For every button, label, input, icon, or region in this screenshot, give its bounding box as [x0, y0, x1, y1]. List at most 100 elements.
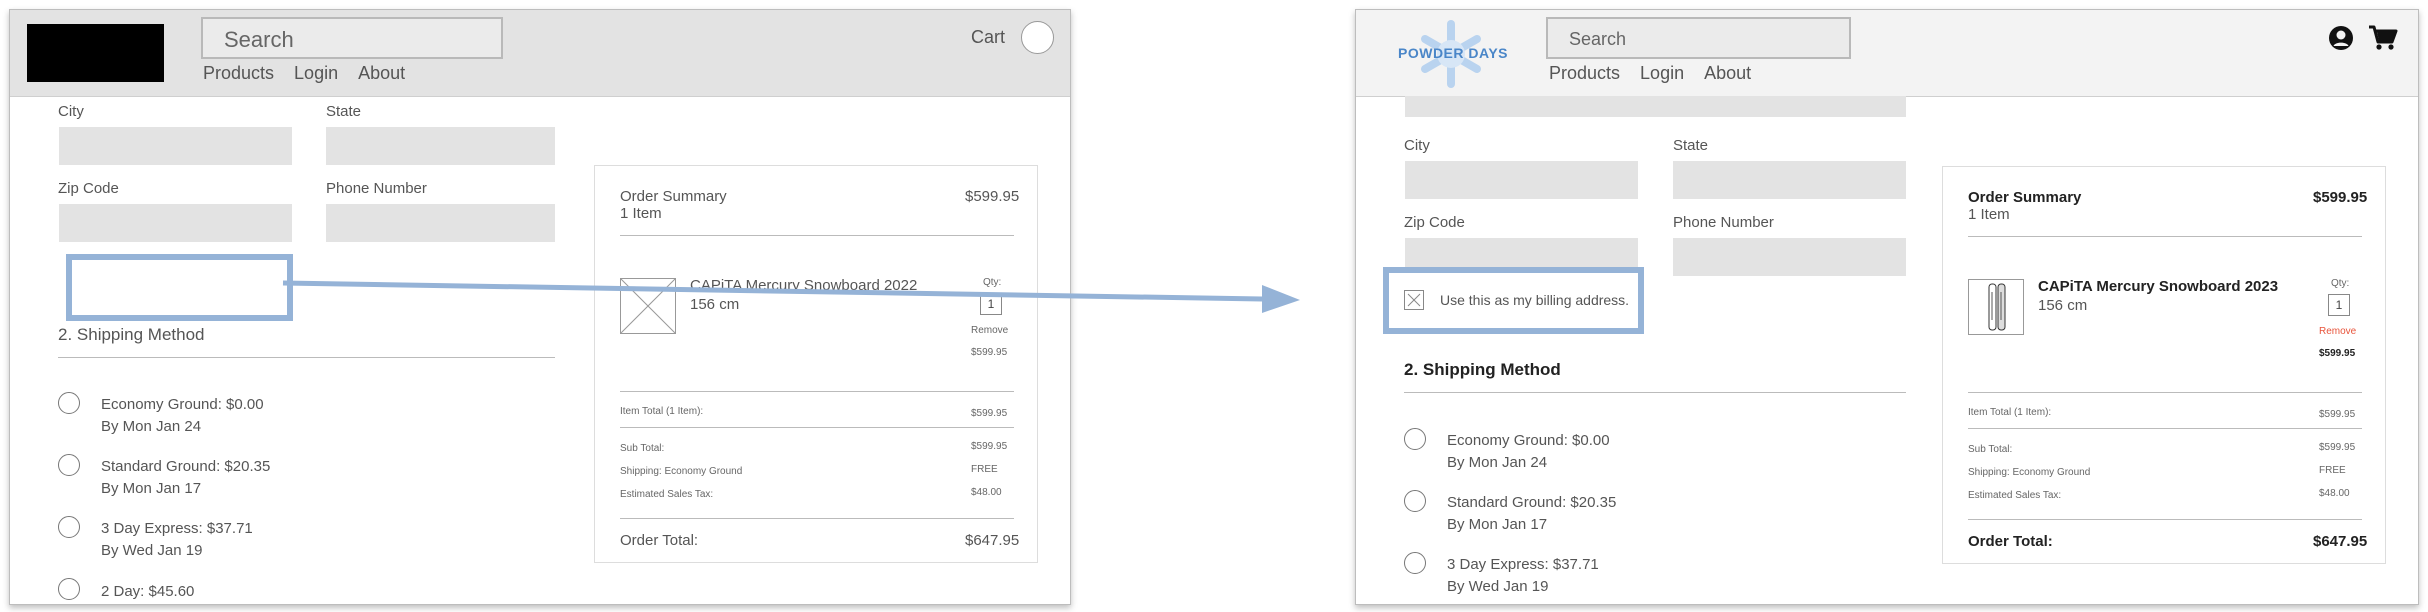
address-field[interactable] — [1405, 96, 1906, 117]
item-total-value: $599.95 — [971, 408, 1008, 419]
product-name[interactable]: CAPiTA Mercury Snowboard 2023 — [2038, 278, 2278, 295]
order-summary-count: 1 Item — [1968, 206, 2010, 223]
option-3day-eta: By Wed Jan 19 — [101, 542, 203, 559]
radio-3day[interactable] — [1404, 552, 1426, 574]
qty-label: Qty: — [2331, 278, 2350, 289]
zip-label: Zip Code — [1404, 214, 1465, 231]
user-icon[interactable] — [2328, 25, 2354, 51]
order-summary-total: $599.95 — [2313, 189, 2368, 206]
powder-days-logo[interactable]: POWDER DAYS — [1396, 20, 1516, 88]
tax-value: $48.00 — [971, 487, 1002, 498]
order-summary-panel: Order Summary 1 Item $599.95 CAPiTA Merc… — [594, 165, 1038, 563]
cart-icon[interactable] — [2368, 24, 2398, 52]
city-label: City — [58, 103, 84, 120]
logo-placeholder[interactable] — [27, 24, 164, 82]
state-field[interactable] — [326, 127, 555, 165]
option-economy-eta: By Mon Jan 24 — [1447, 454, 1548, 471]
site-header: Search Products Login About Cart — [10, 10, 1070, 97]
option-standard-name: Standard Ground: $20.35 — [101, 458, 271, 475]
cart-label[interactable]: Cart — [971, 27, 1005, 48]
product-size: 156 cm — [2038, 297, 2088, 314]
product-image[interactable] — [1968, 279, 2024, 335]
line-price: $599.95 — [2319, 348, 2356, 359]
option-standard-eta: By Mon Jan 17 — [101, 480, 202, 497]
snowboard-icon — [1988, 283, 2006, 331]
divider — [620, 518, 1014, 519]
nav-login[interactable]: Login — [294, 63, 338, 84]
state-label: State — [326, 103, 362, 120]
nav-login[interactable]: Login — [1640, 63, 1684, 84]
qty-input[interactable]: 1 — [980, 293, 1002, 315]
subtotal-label: Sub Total: — [620, 443, 665, 454]
qty-input[interactable]: 1 — [2328, 294, 2350, 316]
option-economy-name: Economy Ground: $0.00 — [1447, 432, 1610, 449]
nav-products[interactable]: Products — [203, 63, 274, 84]
city-field[interactable] — [59, 127, 292, 165]
divider — [620, 235, 1014, 236]
item-total-label: Item Total (1 Item): — [620, 406, 704, 417]
option-economy-name: Economy Ground: $0.00 — [101, 396, 264, 413]
billing-checkbox-label[interactable]: Use this as my billing address. — [1440, 292, 1629, 308]
logo-text: POWDER DAYS — [1398, 45, 1509, 61]
order-summary-total: $599.95 — [965, 188, 1020, 205]
shipping-value: FREE — [971, 464, 998, 475]
qty-label: Qty: — [983, 277, 1002, 288]
tax-label: Estimated Sales Tax: — [620, 489, 714, 500]
subtotal-value: $599.95 — [971, 441, 1008, 452]
divider — [1404, 392, 1906, 393]
radio-2day[interactable] — [58, 578, 80, 600]
divider — [58, 357, 555, 358]
divider — [1968, 236, 2362, 237]
tax-label: Estimated Sales Tax: — [1968, 490, 2062, 501]
option-economy-eta: By Mon Jan 24 — [101, 418, 202, 435]
radio-economy[interactable] — [1404, 428, 1426, 450]
divider — [620, 427, 1014, 428]
city-field[interactable] — [1405, 161, 1638, 199]
option-3day-name: 3 Day Express: $37.71 — [1447, 556, 1599, 573]
option-3day-eta: By Wed Jan 19 — [1447, 578, 1549, 595]
state-field[interactable] — [1673, 161, 1906, 199]
shipping-value: FREE — [2319, 465, 2346, 476]
product-name[interactable]: CAPiTA Mercury Snowboard 2022 — [690, 277, 917, 294]
search-input[interactable]: Search — [1546, 17, 1851, 59]
radio-standard[interactable] — [58, 454, 80, 476]
item-total-value: $599.95 — [2319, 409, 2356, 420]
product-image-placeholder — [620, 278, 676, 334]
main-nav: Products Login About — [203, 63, 405, 84]
nav-about[interactable]: About — [358, 63, 405, 84]
divider — [1968, 428, 2362, 429]
option-2day-name: 2 Day: $45.60 — [101, 583, 195, 600]
radio-standard[interactable] — [1404, 490, 1426, 512]
zip-field[interactable] — [59, 204, 292, 242]
subtotal-value: $599.95 — [2319, 442, 2356, 453]
radio-economy[interactable] — [58, 392, 80, 414]
tax-value: $48.00 — [2319, 488, 2350, 499]
cart-icon[interactable] — [1021, 21, 1054, 54]
city-label: City — [1404, 137, 1430, 154]
nav-products[interactable]: Products — [1549, 63, 1620, 84]
remove-link[interactable]: Remove — [2319, 326, 2356, 337]
divider — [1968, 519, 2362, 520]
phone-field[interactable] — [1673, 238, 1906, 276]
nav-about[interactable]: About — [1704, 63, 1751, 84]
divider — [620, 391, 1014, 392]
phone-field[interactable] — [326, 204, 555, 242]
order-total-label: Order Total: — [620, 532, 699, 549]
search-input[interactable]: Search — [201, 17, 503, 59]
phone-label: Phone Number — [1673, 214, 1774, 231]
shipping-label: Shipping: Economy Ground — [620, 466, 743, 477]
zip-label: Zip Code — [58, 180, 119, 197]
site-header: POWDER DAYS Search Products Login About — [1356, 10, 2418, 97]
order-summary-title: Order Summary — [1968, 189, 2082, 206]
remove-link[interactable]: Remove — [971, 325, 1008, 336]
phone-label: Phone Number — [326, 180, 427, 197]
product-size: 156 cm — [690, 296, 740, 313]
billing-checkbox[interactable] — [1404, 290, 1424, 310]
main-nav: Products Login About — [1549, 63, 1751, 84]
wireframe-before: Search Products Login About Cart City St… — [9, 9, 1071, 605]
shipping-method-title: 2. Shipping Method — [58, 325, 205, 344]
shipping-label: Shipping: Economy Ground — [1968, 467, 2091, 478]
radio-3day[interactable] — [58, 516, 80, 538]
divider — [1968, 392, 2362, 393]
highlight-box — [66, 254, 293, 321]
